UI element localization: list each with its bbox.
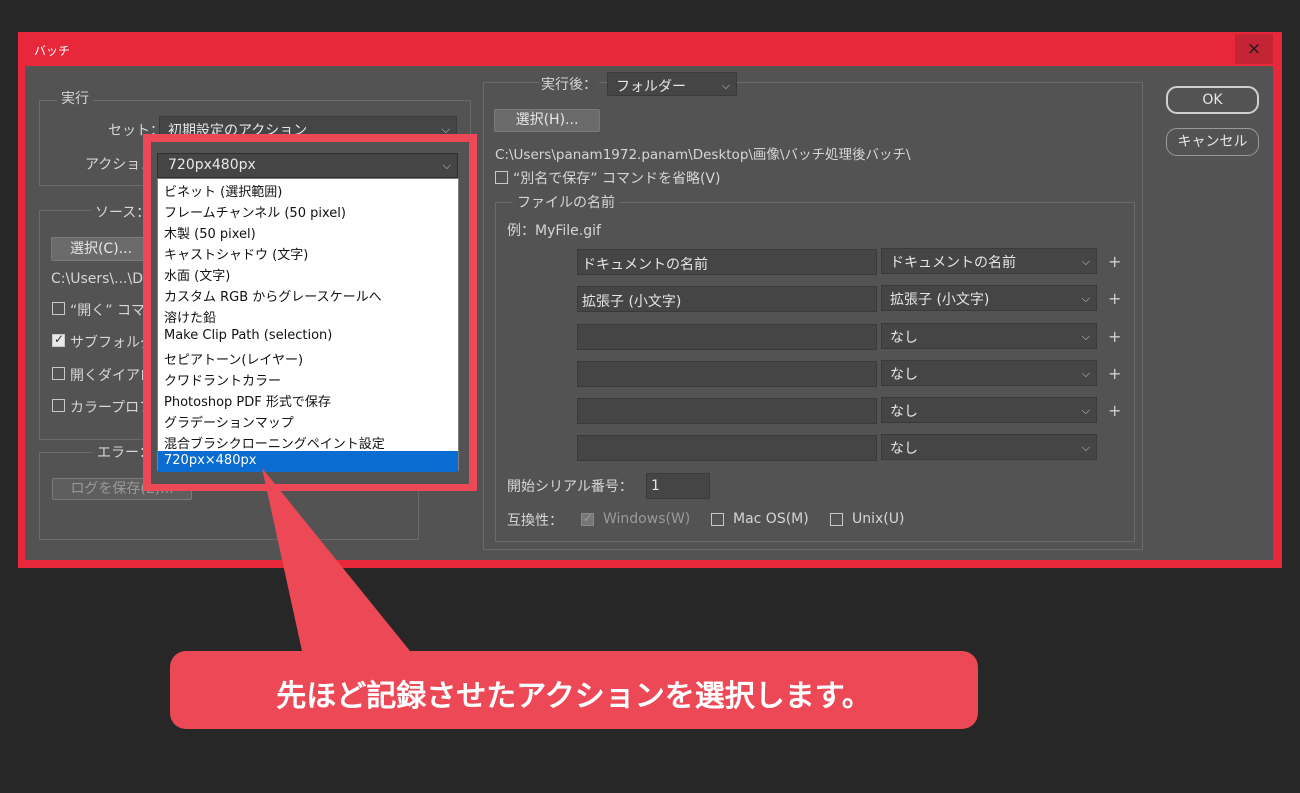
destination-path: C:\Users\panam1972.panam\Desktop\画像\バッチ処…	[495, 147, 911, 163]
chevron-down-icon: ⌵	[1081, 367, 1090, 380]
compat-unix-label: Unix(U)	[852, 511, 905, 527]
naming-field-4[interactable]	[577, 361, 877, 387]
action-option[interactable]: 木製 (50 pixel)	[158, 221, 458, 242]
compat-windows-label: Windows(W)	[603, 511, 691, 527]
naming-option-1[interactable]: ドキュメントの名前 ⌵	[881, 248, 1097, 274]
file-naming-legend: ファイルの名前	[513, 192, 619, 212]
chevron-down-icon: ⌵	[1081, 255, 1090, 268]
action-option-selected[interactable]: 720px×480px	[158, 451, 458, 472]
chevron-down-icon: ⌵	[1081, 441, 1090, 454]
suppress-open-dialog-label: 開くダイアロ	[70, 368, 154, 384]
action-option[interactable]: 水面 (文字)	[158, 263, 458, 284]
chevron-down-icon: ⌵	[721, 79, 730, 92]
action-option[interactable]: キャストシャドウ (文字)	[158, 242, 458, 263]
add-naming-row-icon[interactable]: +	[1108, 364, 1121, 383]
ok-button[interactable]: OK	[1166, 86, 1259, 114]
title-bar: バッチ ×	[25, 34, 1273, 66]
compat-unix-checkbox[interactable]	[830, 513, 843, 526]
destination-select-value: フォルダー	[616, 79, 686, 95]
naming-option-2[interactable]: 拡張子 (小文字) ⌵	[881, 285, 1097, 311]
naming-option-5-value: なし	[890, 404, 918, 420]
source-choose-button[interactable]: 選択(C)...	[51, 237, 151, 261]
naming-field-5[interactable]	[577, 398, 877, 424]
action-option[interactable]: 溶けた鉛	[158, 305, 458, 326]
suppress-color-profile-label: カラープロフ	[70, 400, 154, 416]
naming-field-3[interactable]	[577, 324, 877, 350]
naming-option-3[interactable]: なし ⌵	[881, 323, 1097, 349]
naming-option-4-value: なし	[890, 367, 918, 383]
window-title: バッチ	[34, 44, 71, 58]
compat-macos-label: Mac OS(M)	[733, 511, 809, 527]
action-option[interactable]: グラデーションマップ	[158, 410, 458, 431]
serial-number-input[interactable]: 1	[646, 473, 710, 499]
naming-option-2-value: 拡張子 (小文字)	[890, 292, 990, 308]
compat-windows-checkbox[interactable]	[581, 511, 594, 526]
suppress-open-dialog-checkbox[interactable]	[52, 367, 65, 380]
override-save-as-checkbox[interactable]	[495, 171, 508, 184]
naming-option-6-value: なし	[890, 441, 918, 457]
add-naming-row-icon[interactable]: +	[1108, 252, 1121, 271]
action-select[interactable]: 720px480px ⌵	[157, 153, 458, 178]
naming-field-1[interactable]: ドキュメントの名前	[577, 249, 877, 275]
naming-option-1-value: ドキュメントの名前	[890, 255, 1016, 271]
naming-field-6[interactable]	[577, 435, 877, 461]
cancel-button[interactable]: キャンセル	[1166, 128, 1259, 156]
file-naming-example: 例：MyFile.gif	[507, 223, 601, 239]
action-option[interactable]: セピアトーン(レイヤー)	[158, 347, 458, 368]
naming-option-6[interactable]: なし ⌵	[881, 434, 1097, 460]
include-subfolders-checkbox[interactable]	[52, 332, 65, 347]
action-option[interactable]: 混合ブラシクローニングペイント設定	[158, 431, 458, 452]
run-legend: 実行	[57, 88, 93, 108]
source-path: C:\Users\...\De	[51, 271, 152, 287]
chevron-down-icon: ⌵	[1081, 292, 1090, 305]
add-naming-row-icon[interactable]: +	[1108, 327, 1121, 346]
add-naming-row-icon[interactable]: +	[1108, 289, 1121, 308]
callout-text: 先ほど記録させたアクションを選択します。	[276, 679, 872, 714]
close-button[interactable]: ×	[1235, 34, 1273, 64]
action-option[interactable]: Photoshop PDF 形式で保存	[158, 389, 458, 410]
action-option[interactable]: ビネット (選択範囲)	[158, 179, 458, 200]
compat-label: 互換性：	[507, 513, 563, 529]
action-option[interactable]: クワドラントカラー	[158, 368, 458, 389]
action-option[interactable]: フレームチャンネル (50 pixel)	[158, 200, 458, 221]
naming-field-2[interactable]: 拡張子 (小文字)	[577, 286, 877, 312]
action-dropdown-list: ビネット (選択範囲) フレームチャンネル (50 pixel) 木製 (50 …	[157, 178, 459, 472]
override-save-as-label: “別名で保存” コマンドを省略(V)	[513, 171, 721, 187]
suppress-color-profile-checkbox[interactable]	[52, 399, 65, 412]
action-option[interactable]: カスタム RGB からグレースケールへ	[158, 284, 458, 305]
callout-bubble: 先ほど記録させたアクションを選択します。	[170, 651, 978, 729]
naming-option-5[interactable]: なし ⌵	[881, 397, 1097, 423]
chevron-down-icon: ⌵	[1081, 404, 1090, 417]
destination-choose-button[interactable]: 選択(H)...	[494, 109, 600, 132]
chevron-down-icon: ⌵	[1081, 330, 1090, 343]
override-open-checkbox[interactable]	[52, 302, 65, 315]
naming-option-3-value: なし	[890, 330, 918, 346]
action-select-value: 720px480px	[168, 157, 256, 173]
naming-option-4[interactable]: なし ⌵	[881, 360, 1097, 386]
compat-macos-checkbox[interactable]	[711, 513, 724, 526]
include-subfolders-label: サブフォルダ	[70, 335, 154, 351]
action-option[interactable]: Make Clip Path (selection)	[158, 326, 458, 347]
destination-select[interactable]: フォルダー ⌵	[607, 72, 737, 96]
serial-number-label: 開始シリアル番号：	[507, 479, 633, 495]
chevron-down-icon: ⌵	[442, 159, 451, 172]
add-naming-row-icon[interactable]: +	[1108, 401, 1121, 420]
destination-label: 実行後：	[539, 74, 599, 94]
